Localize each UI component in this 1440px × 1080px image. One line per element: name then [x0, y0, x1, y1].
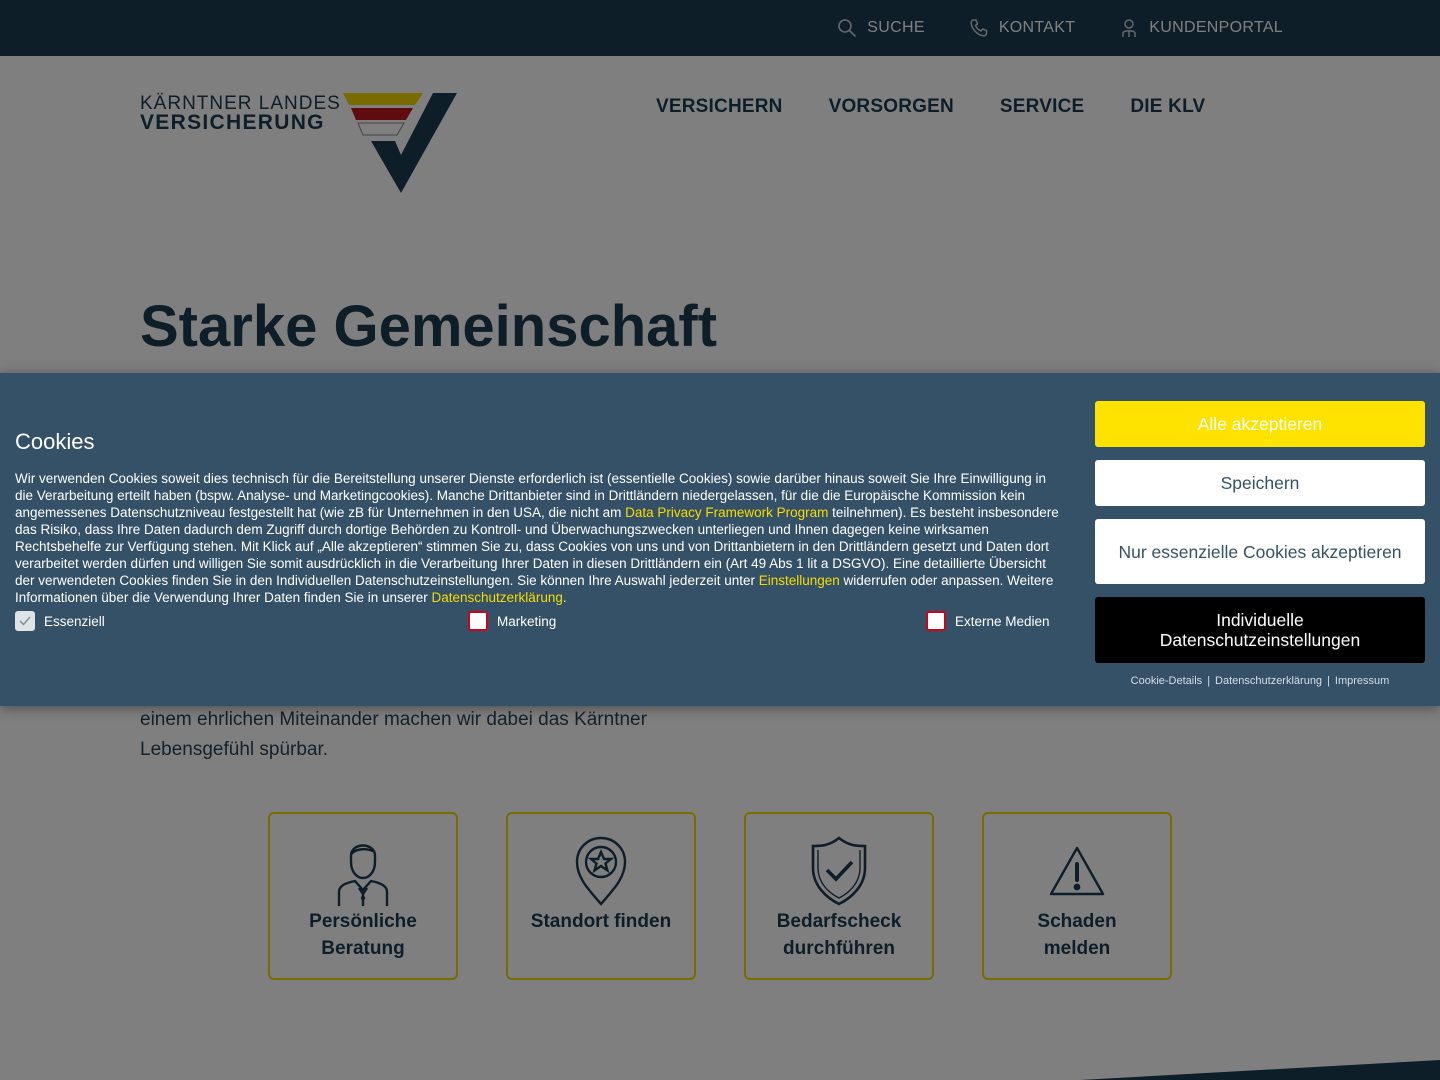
- cookie-text-part-4: .: [562, 590, 567, 605]
- external-media-checkbox-row: Externe Medien: [926, 611, 1050, 631]
- cookie-categories: Essenziell Marketing Externe Medien: [15, 611, 1055, 633]
- settings-link[interactable]: Einstellungen: [759, 573, 840, 588]
- checkmark-icon: [19, 616, 31, 626]
- essential-only-button[interactable]: Nur essenzielle Cookies akzeptieren: [1095, 519, 1425, 584]
- essential-checkbox[interactable]: [15, 611, 35, 631]
- dpf-link[interactable]: Data Privacy Framework Program: [625, 505, 828, 520]
- cookie-privacy-link[interactable]: Datenschutzerklärung: [1215, 675, 1322, 687]
- external-media-label: Externe Medien: [955, 613, 1050, 629]
- individual-settings-button[interactable]: Individuelle Datenschutzeinstellungen: [1095, 597, 1425, 663]
- privacy-link[interactable]: Datenschutzerklärung: [432, 590, 563, 605]
- separator: |: [1327, 675, 1330, 687]
- save-button[interactable]: Speichern: [1095, 460, 1425, 506]
- marketing-checkbox[interactable]: [468, 611, 488, 631]
- overlay-top: [0, 0, 1440, 56]
- external-media-checkbox[interactable]: [926, 611, 946, 631]
- cookie-text: Wir verwenden Cookies soweit dies techni…: [15, 470, 1060, 606]
- accept-all-button[interactable]: Alle akzeptieren: [1095, 401, 1425, 447]
- cookie-title: Cookies: [15, 429, 95, 454]
- marketing-label: Marketing: [497, 613, 557, 629]
- imprint-link[interactable]: Impressum: [1335, 675, 1389, 687]
- essential-checkbox-row: Essenziell: [15, 611, 105, 631]
- cookie-details-link[interactable]: Cookie-Details: [1131, 675, 1203, 687]
- essential-label: Essenziell: [44, 613, 105, 629]
- cookie-footer-links: Cookie-Details | Datenschutzerklärung | Impr…: [1095, 675, 1425, 687]
- marketing-checkbox-row: Marketing: [468, 611, 556, 631]
- cookie-banner: Cookies Wir verwenden Cookies soweit die…: [0, 373, 1440, 706]
- separator: |: [1207, 675, 1211, 687]
